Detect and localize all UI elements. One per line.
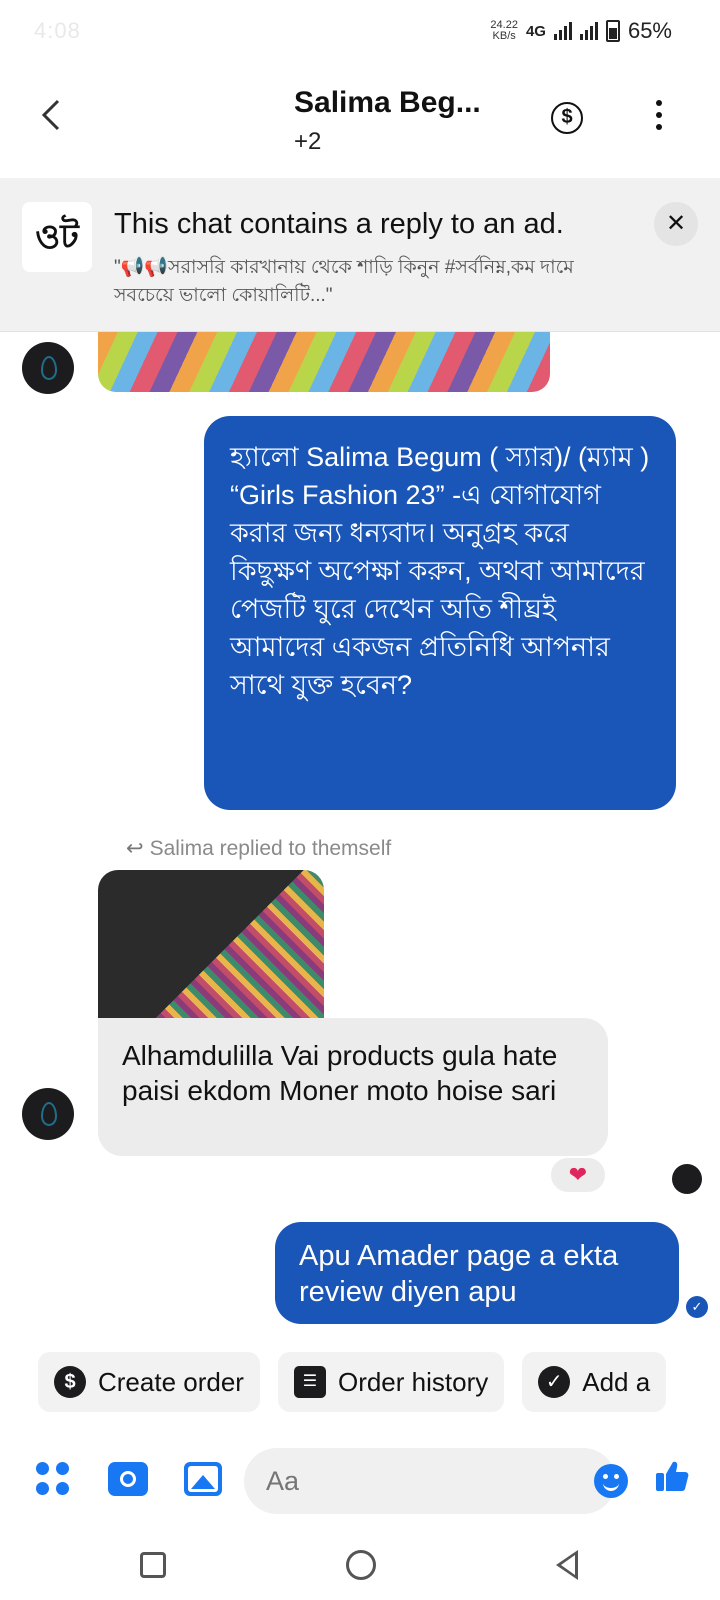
read-receipt-avatar <box>672 1164 702 1194</box>
gallery-icon[interactable] <box>184 1462 222 1496</box>
outgoing-message-bubble[interactable]: হ্যালো Salima Begum ( স্যার)/ (ম্যাম ) “… <box>204 416 676 810</box>
apps-grid-icon[interactable] <box>36 1462 70 1496</box>
message-input[interactable] <box>244 1448 616 1514</box>
dollar-icon: $ <box>54 1366 86 1398</box>
signal-icon <box>553 22 572 40</box>
chat-title[interactable]: Salima Beg... <box>294 86 481 120</box>
system-nav-bar <box>0 1536 720 1600</box>
home-button[interactable] <box>346 1550 376 1580</box>
close-icon: ✕ <box>665 210 687 237</box>
incoming-message-bubble[interactable]: Alhamdulilla Vai products gula hate pais… <box>98 1018 608 1156</box>
ad-preview-text: "📢📢সরাসরি কারখানায় থেকে শাড়ি কিনুন #সর… <box>114 257 574 306</box>
battery-icon <box>605 20 620 42</box>
chat-header: Salima Beg... +2 $ <box>0 64 720 176</box>
outgoing-message-text: Apu Amader page a ekta review diyen apu <box>299 1240 619 1308</box>
network-speed: 24.22 KB/s <box>490 19 518 42</box>
reply-icon: ↩ <box>126 837 144 860</box>
create-order-button[interactable]: $ Create order <box>38 1352 260 1412</box>
replied-image-thumbnail[interactable] <box>98 870 324 1018</box>
auto-reply-text: হ্যালো Salima Begum ( স্যার)/ (ম্যাম ) “… <box>230 442 650 700</box>
ad-page-logo: ওট <box>22 202 92 272</box>
order-history-button[interactable]: ☰ Order history <box>277 1352 505 1412</box>
dollar-circle-icon: $ <box>561 106 573 128</box>
quick-actions-row: $ Create order ☰ Order history ✓ Add a <box>38 1352 720 1412</box>
receipt-icon: ☰ <box>293 1366 326 1398</box>
check-icon: ✓ <box>538 1366 571 1398</box>
thumbs-up-icon[interactable] <box>652 1458 692 1498</box>
network-type: 4G <box>525 22 546 40</box>
close-banner-button[interactable]: ✕ <box>654 202 698 246</box>
incoming-message-text: Alhamdulilla Vai products gula hate pais… <box>122 1040 558 1106</box>
ad-banner-title: This chat contains a reply to an ad. <box>114 208 564 240</box>
contact-avatar[interactable] <box>22 1088 74 1140</box>
chat-subtitle: +2 <box>294 128 322 155</box>
camera-icon[interactable] <box>108 1462 148 1496</box>
status-time: 4:08 <box>34 18 81 43</box>
more-options-button[interactable] <box>654 100 664 130</box>
reply-note: ↩ Salima replied to themself <box>126 837 392 860</box>
heart-icon: ❤ <box>568 1162 588 1187</box>
back-button[interactable] <box>40 98 62 139</box>
contact-avatar[interactable] <box>22 342 74 394</box>
back-nav-button[interactable] <box>556 1550 578 1580</box>
status-bar: 4:08 24.22 KB/s 4G 65% <box>0 0 720 64</box>
battery-level: 65% <box>627 18 672 43</box>
outgoing-message-bubble[interactable]: Apu Amader page a ekta review diyen apu <box>275 1222 679 1324</box>
add-action-button[interactable]: ✓ Add a <box>522 1352 667 1412</box>
emoji-icon[interactable] <box>594 1464 628 1498</box>
dollar-button[interactable]: $ <box>551 102 583 134</box>
message-composer <box>0 1438 720 1518</box>
signal-icon-2 <box>579 22 598 40</box>
recents-button[interactable] <box>140 1552 166 1578</box>
ad-reply-banner[interactable]: ওট This chat contains a reply to an ad. … <box>0 178 720 332</box>
check-circle-icon: ✓ <box>686 1296 708 1318</box>
product-image-message[interactable] <box>98 332 550 392</box>
status-indicators: 24.22 KB/s 4G 65% <box>490 18 672 44</box>
chevron-left-icon <box>41 99 60 131</box>
more-vertical-icon <box>656 100 662 106</box>
heart-reaction[interactable]: ❤ <box>549 1156 607 1194</box>
